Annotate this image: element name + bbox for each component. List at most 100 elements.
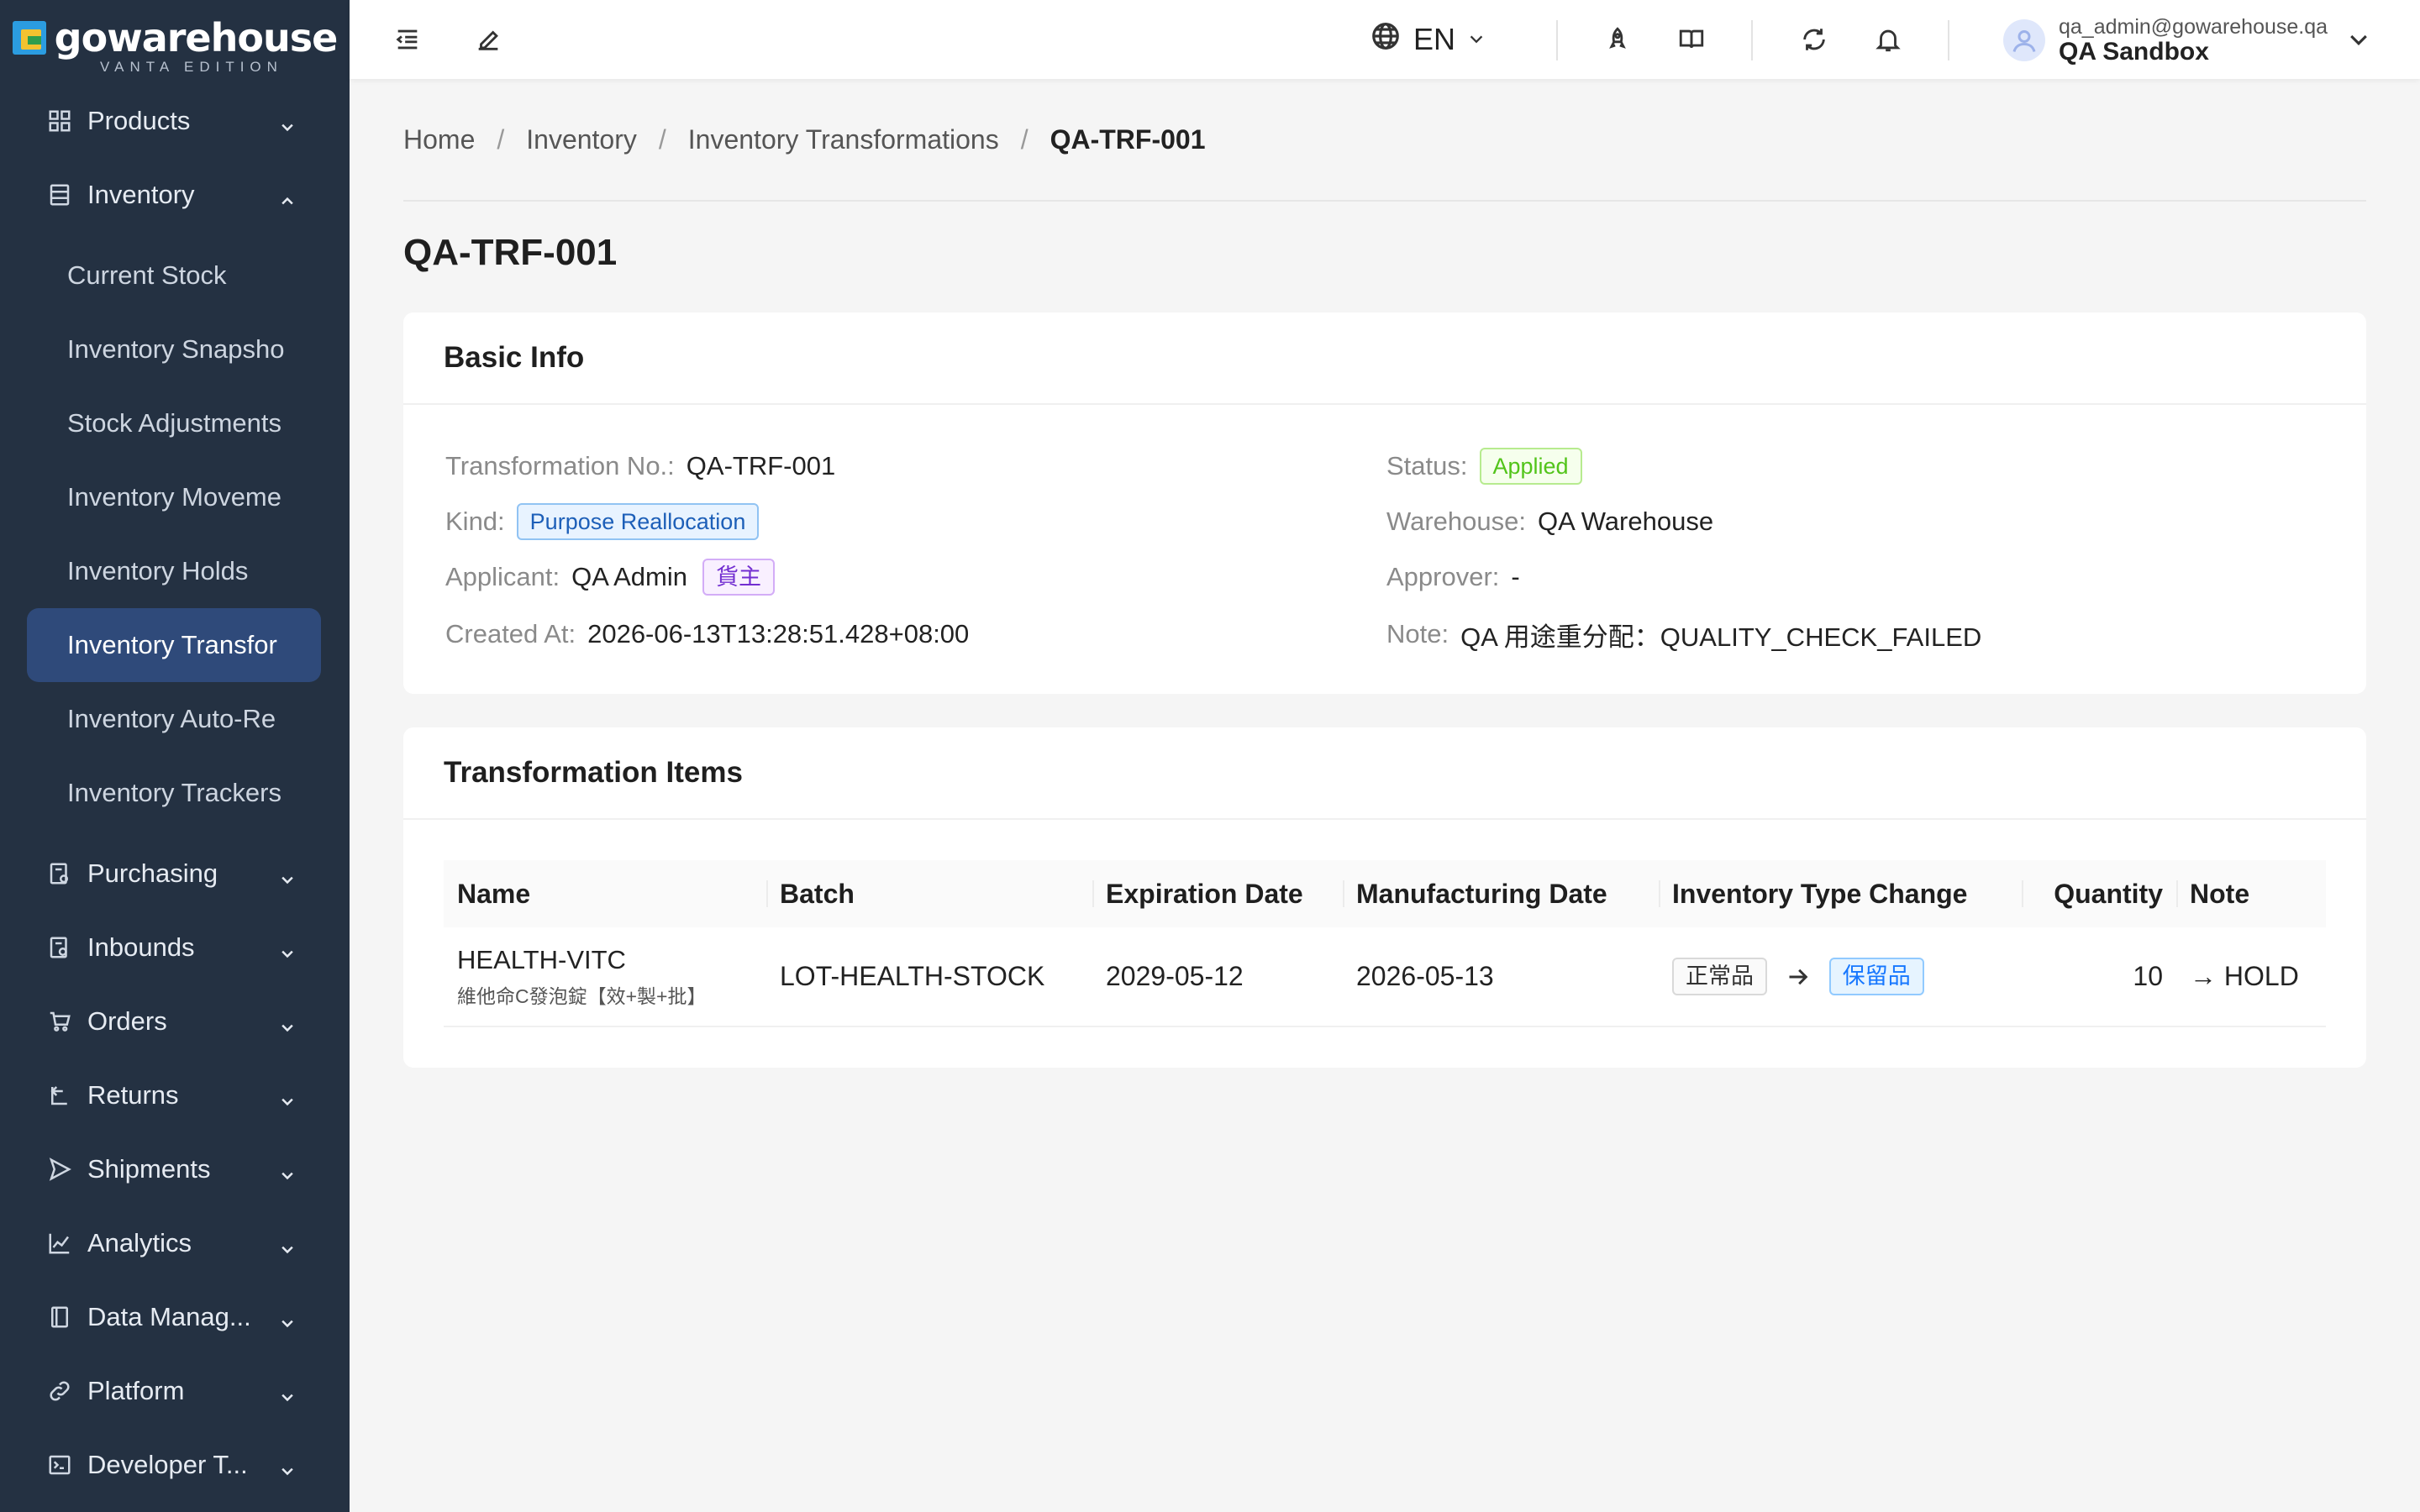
sidebar-item-label: Inventory <box>87 180 195 209</box>
field-label: Created At: <box>445 619 576 648</box>
sidebar-item-label: Data Manag... <box>87 1302 251 1331</box>
sidebar-subitem-stock-adjustments[interactable]: Stock Adjustments <box>0 386 350 460</box>
sidebar-nav: Products Inventory Current Stock Invento… <box>0 84 350 1502</box>
sidebar-item-label: Platform <box>87 1376 185 1405</box>
field-label: Transformation No.: <box>445 451 675 480</box>
transformation-items-table: Name Batch Expiration Date Manufacturing… <box>444 860 2326 1027</box>
sidebar-item-label: Inbounds <box>87 932 195 962</box>
sidebar-subitem-current-stock[interactable]: Current Stock <box>0 239 350 312</box>
grid-icon <box>47 108 72 134</box>
transformation-items-card: Transformation Items Name Batch Expirati… <box>403 727 2366 1068</box>
bell-icon[interactable] <box>1872 24 1904 55</box>
main-content: Home / Inventory / Inventory Transformat… <box>403 79 2366 1068</box>
item-expiration-date: 2029-05-12 <box>1092 927 1343 1027</box>
chevron-down-icon <box>279 1161 296 1180</box>
chevron-up-icon <box>279 186 296 205</box>
sidebar-item-orders[interactable]: Orders <box>0 984 350 1058</box>
approver-value: - <box>1511 562 1520 591</box>
item-batch: LOT-HEALTH-STOCK <box>766 927 1092 1027</box>
column-header-manufacturing-date: Manufacturing Date <box>1343 860 1659 927</box>
field-label: Warehouse: <box>1386 507 1526 536</box>
sidebar-item-data-management[interactable]: Data Manag... <box>0 1280 350 1354</box>
chevron-down-icon <box>279 1013 296 1032</box>
book-icon <box>47 1305 72 1330</box>
item-name-cell: HEALTH-VITC 維他命C發泡錠【效+製+批】 <box>444 927 766 1027</box>
topbar-divider <box>1948 20 1949 60</box>
breadcrumb-inventory[interactable]: Inventory <box>526 124 637 155</box>
column-header-inventory-type-change: Inventory Type Change <box>1659 860 2022 927</box>
inbounds-icon <box>47 935 72 960</box>
terminal-icon <box>47 1452 72 1478</box>
sidebar-item-analytics[interactable]: Analytics <box>0 1206 350 1280</box>
breadcrumb-separator: / <box>497 123 505 155</box>
brand-edition: VANTA EDITION <box>100 59 283 75</box>
user-org: QA Sandbox <box>2059 37 2209 66</box>
breadcrumb-separator: / <box>1020 123 1028 155</box>
sidebar-item-label: Returns <box>87 1080 179 1110</box>
created-at-field: Created At: 2026-06-13T13:28:51.428+08:0… <box>445 613 969 655</box>
chevron-down-icon <box>279 1309 296 1328</box>
sidebar-item-inventory[interactable]: Inventory <box>0 158 350 232</box>
topbar-divider <box>1751 20 1753 60</box>
sidebar-item-returns[interactable]: Returns <box>0 1058 350 1132</box>
column-header-note: Note <box>2176 860 2326 927</box>
chevron-down-icon <box>279 939 296 958</box>
language-selector[interactable]: EN <box>1370 18 1486 60</box>
field-label: Note: <box>1386 619 1449 648</box>
type-to-tag: 保留品 <box>1828 958 1924 995</box>
sidebar-item-label: Orders <box>87 1006 167 1036</box>
sidebar-item-label: Shipments <box>87 1154 211 1184</box>
sidebar: gowarehouse VANTA EDITION Products Inven… <box>0 0 350 1512</box>
purchasing-icon <box>47 861 72 886</box>
type-from-tag: 正常品 <box>1672 958 1767 995</box>
user-menu[interactable]: qa_admin@gowarehouse.qa QA Sandbox <box>2003 15 2371 66</box>
sidebar-item-platform[interactable]: Platform <box>0 1354 350 1428</box>
breadcrumb-current: QA-TRF-001 <box>1050 123 1206 155</box>
field-label: Applicant: <box>445 562 560 591</box>
sidebar-item-label: Analytics <box>87 1228 192 1257</box>
breadcrumb: Home / Inventory / Inventory Transformat… <box>403 79 2366 202</box>
sidebar-subitem-inventory-holds[interactable]: Inventory Holds <box>0 534 350 608</box>
top-bar: EN qa_admin@gowarehouse.qa QA Sandbox <box>350 0 2420 79</box>
sidebar-subitem-inventory-movements[interactable]: Inventory Moveme <box>0 460 350 534</box>
basic-info-heading: Basic Info <box>403 312 2366 405</box>
sidebar-item-label: Products <box>87 106 191 135</box>
return-icon <box>47 1083 72 1108</box>
menu-fold-icon[interactable] <box>392 24 424 55</box>
item-inventory-type-change: 正常品 保留品 <box>1659 927 2022 1027</box>
sidebar-item-developer-tools[interactable]: Developer T... <box>0 1428 350 1502</box>
field-label: Status: <box>1386 451 1468 480</box>
book-open-icon[interactable] <box>1676 24 1707 55</box>
brand-logo[interactable]: gowarehouse VANTA EDITION <box>0 0 350 84</box>
sidebar-subitem-inventory-trackers[interactable]: Inventory Trackers <box>0 756 350 830</box>
breadcrumb-home[interactable]: Home <box>403 124 475 155</box>
refresh-icon[interactable] <box>1798 24 1830 55</box>
column-header-quantity: Quantity <box>2022 860 2176 927</box>
sidebar-item-products[interactable]: Products <box>0 84 350 158</box>
breadcrumb-inventory-transformations[interactable]: Inventory Transformations <box>688 124 999 155</box>
rocket-icon[interactable] <box>1602 24 1634 55</box>
note-field: Note: QA 用途重分配：QUALITY_CHECK_FAILED <box>1386 613 1981 655</box>
column-header-expiration-date: Expiration Date <box>1092 860 1343 927</box>
created-at-value: 2026-06-13T13:28:51.428+08:00 <box>587 619 970 648</box>
column-header-name: Name <box>457 878 531 909</box>
sidebar-item-purchasing[interactable]: Purchasing <box>0 837 350 911</box>
chevron-down-icon <box>279 1457 296 1476</box>
logo-mark-icon <box>12 21 46 55</box>
page-title: QA-TRF-001 <box>403 232 618 273</box>
column-header-batch: Batch <box>766 860 1092 927</box>
approver-field: Approver: - <box>1386 556 1520 598</box>
applicant-role-tag: 貨主 <box>702 558 775 596</box>
topbar-divider <box>1556 20 1558 60</box>
sidebar-item-label: Developer T... <box>87 1450 248 1479</box>
sidebar-subitem-inventory-transformations[interactable]: Inventory Transfor <box>27 608 321 682</box>
sidebar-subitem-inventory-auto-replenish[interactable]: Inventory Auto-Re <box>0 682 350 756</box>
sidebar-item-shipments[interactable]: Shipments <box>0 1132 350 1206</box>
breadcrumb-separator: / <box>658 123 666 155</box>
sidebar-subitem-inventory-snapshots[interactable]: Inventory Snapsho <box>0 312 350 386</box>
status-badge: Applied <box>1479 447 1582 486</box>
avatar <box>2003 19 2045 61</box>
sidebar-item-inbounds[interactable]: Inbounds <box>0 911 350 984</box>
chevron-down-icon <box>1467 30 1486 49</box>
edit-icon[interactable] <box>472 24 504 55</box>
